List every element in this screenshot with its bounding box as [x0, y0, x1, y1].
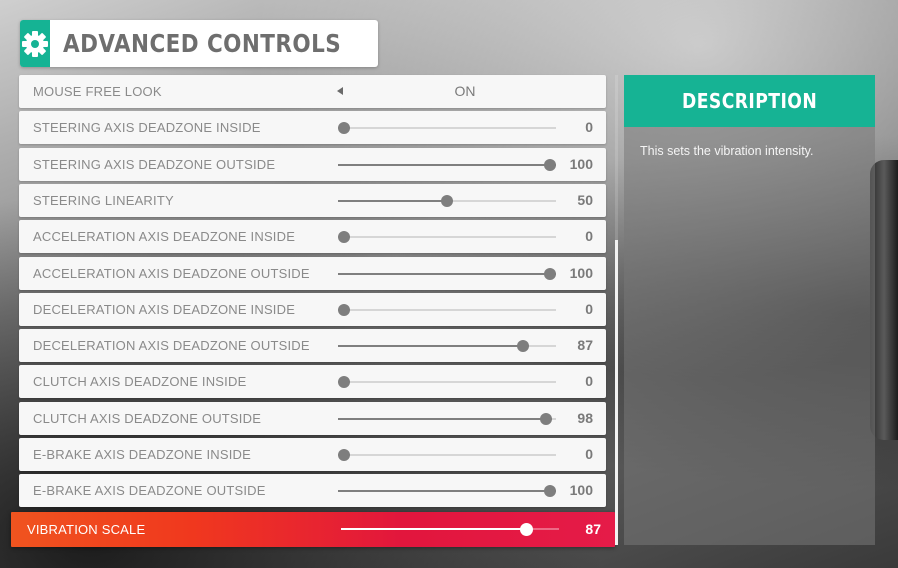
setting-label: CLUTCH AXIS DEADZONE INSIDE: [33, 374, 247, 389]
slider-thumb[interactable]: [338, 449, 350, 461]
slider-fill: [338, 345, 528, 347]
description-text: This sets the vibration intensity.: [640, 144, 814, 158]
slider-thumb[interactable]: [441, 195, 453, 207]
slider-track[interactable]: [338, 413, 556, 425]
setting-row[interactable]: STEERING AXIS DEADZONE INSIDE 0: [19, 111, 606, 144]
slider-track[interactable]: [338, 340, 556, 352]
setting-row[interactable]: DECELERATION AXIS DEADZONE INSIDE 0: [19, 293, 606, 326]
slider-fill: [338, 200, 447, 202]
setting-value: 0: [585, 373, 593, 389]
slider-thumb[interactable]: [338, 304, 350, 316]
setting-label: STEERING AXIS DEADZONE OUTSIDE: [33, 157, 276, 172]
slider-thumb[interactable]: [544, 268, 556, 280]
slider-thumb[interactable]: [544, 485, 556, 497]
slider-fill: [338, 164, 556, 166]
page-title: ADVANCED CONTROLS: [63, 29, 342, 58]
setting-row[interactable]: STEERING LINEARITY 50: [19, 184, 606, 217]
page-header: ADVANCED CONTROLS: [20, 20, 378, 67]
setting-row[interactable]: CLUTCH AXIS DEADZONE OUTSIDE 98: [19, 402, 606, 435]
slider-thumb[interactable]: [338, 231, 350, 243]
setting-label: E-BRAKE AXIS DEADZONE OUTSIDE: [33, 483, 266, 498]
description-panel: DESCRIPTION This sets the vibration inte…: [624, 75, 875, 545]
setting-value: 0: [585, 228, 593, 244]
slider-track[interactable]: [338, 159, 556, 171]
description-title: DESCRIPTION: [681, 89, 818, 113]
setting-value: 100: [569, 156, 593, 172]
slider-track[interactable]: [338, 122, 556, 134]
slider-thumb[interactable]: [338, 376, 350, 388]
setting-value: 50: [577, 192, 593, 208]
slider-thumb[interactable]: [517, 340, 530, 352]
slider-track[interactable]: [338, 195, 556, 207]
slider-track[interactable]: [338, 268, 556, 280]
setting-label: CLUTCH AXIS DEADZONE OUTSIDE: [33, 411, 262, 426]
setting-label: VIBRATION SCALE: [27, 522, 146, 537]
setting-label: STEERING LINEARITY: [33, 193, 174, 208]
setting-row[interactable]: ACCELERATION AXIS DEADZONE INSIDE 0: [19, 220, 606, 253]
setting-value: 87: [577, 337, 593, 353]
setting-row[interactable]: CLUTCH AXIS DEADZONE INSIDE 0: [19, 365, 606, 398]
setting-label: DECELERATION AXIS DEADZONE OUTSIDE: [33, 338, 310, 353]
slider-track[interactable]: [338, 304, 556, 316]
setting-label: ACCELERATION AXIS DEADZONE OUTSIDE: [33, 266, 310, 281]
slider-thumb[interactable]: [539, 413, 552, 425]
setting-value: 100: [569, 482, 593, 498]
setting-row[interactable]: E-BRAKE AXIS DEADZONE OUTSIDE 100: [19, 474, 606, 507]
slider-track[interactable]: [338, 485, 556, 497]
setting-value: 98: [577, 410, 593, 426]
setting-label: DECELERATION AXIS DEADZONE INSIDE: [33, 302, 296, 317]
setting-value: 100: [569, 265, 593, 281]
setting-value: 0: [585, 301, 593, 317]
slider-fill: [338, 490, 556, 492]
scrollbar[interactable]: [615, 75, 618, 545]
setting-label: MOUSE FREE LOOK: [33, 84, 162, 99]
slider-track[interactable]: [338, 231, 556, 243]
setting-label: STEERING AXIS DEADZONE INSIDE: [33, 120, 261, 135]
setting-value: 87: [585, 521, 601, 537]
slider-thumb[interactable]: [338, 122, 350, 134]
setting-row[interactable]: DECELERATION AXIS DEADZONE OUTSIDE 87: [19, 329, 606, 362]
setting-label: ACCELERATION AXIS DEADZONE INSIDE: [33, 229, 296, 244]
slider-thumb[interactable]: [544, 159, 556, 171]
slider-track[interactable]: [338, 449, 556, 461]
toggle-value: ON: [454, 83, 476, 99]
slider-track[interactable]: [341, 523, 559, 536]
slider-track[interactable]: [338, 376, 556, 388]
description-header: DESCRIPTION: [624, 75, 875, 127]
setting-value: 0: [585, 446, 593, 462]
setting-value: 0: [585, 119, 593, 135]
slider-thumb[interactable]: [520, 523, 534, 536]
slider-fill: [338, 418, 552, 420]
setting-row[interactable]: VIBRATION SCALE 87: [11, 512, 615, 547]
setting-row[interactable]: ACCELERATION AXIS DEADZONE OUTSIDE 100: [19, 257, 606, 290]
setting-row[interactable]: STEERING AXIS DEADZONE OUTSIDE 100: [19, 148, 606, 181]
slider-fill: [338, 273, 556, 275]
setting-row[interactable]: E-BRAKE AXIS DEADZONE INSIDE 0: [19, 438, 606, 471]
slider-fill: [341, 528, 531, 530]
arrow-left-icon[interactable]: [337, 87, 343, 95]
scrollbar-thumb[interactable]: [615, 240, 618, 545]
setting-row[interactable]: MOUSE FREE LOOK ON: [19, 75, 606, 108]
setting-label: E-BRAKE AXIS DEADZONE INSIDE: [33, 447, 251, 462]
gear-icon: [20, 20, 50, 67]
